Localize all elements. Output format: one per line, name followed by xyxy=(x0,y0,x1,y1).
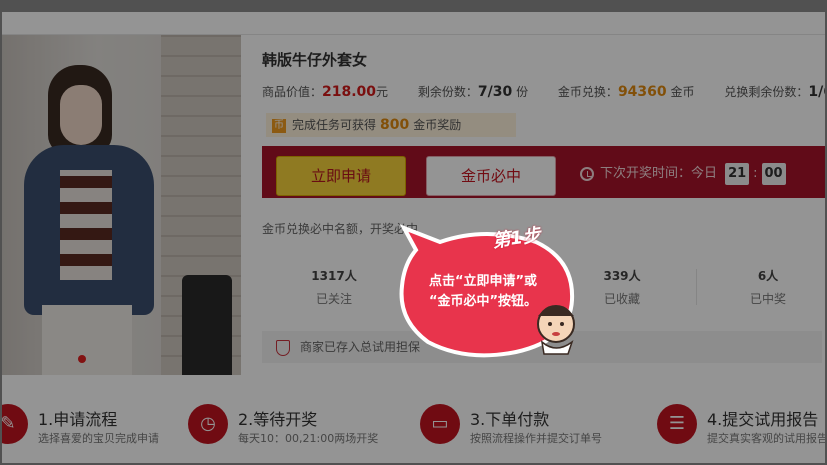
step-desc: 每天10：00,21:00两场开奖 xyxy=(238,432,379,445)
exchange-left-value: 1/6 xyxy=(808,84,825,100)
carousel-indicator[interactable] xyxy=(78,355,86,363)
price-unit: 元 xyxy=(376,85,389,99)
coin-exchange-label: 金币兑换： xyxy=(557,85,618,99)
draw-hour: 21 xyxy=(725,163,750,185)
remaining-label: 剩余份数： xyxy=(417,85,478,99)
task-reward-banner: 币完成任务可获得 800 金币奖励 xyxy=(266,113,516,137)
product-title: 韩版牛仔外套女 xyxy=(262,51,368,69)
count-label: 已中奖 xyxy=(749,292,786,306)
step-desc: 按照流程操作并提交订单号 xyxy=(470,432,602,445)
coin-exchange-value: 94360 xyxy=(617,84,667,100)
tip-line-1: 点击“立即申请”或 xyxy=(428,274,538,289)
apply-now-button[interactable]: 立即申请 xyxy=(276,156,406,196)
coin-icon: 币 xyxy=(272,118,286,133)
coin-exchange-unit: 金币 xyxy=(670,85,695,99)
step-title: 2.等待开奖 xyxy=(238,410,318,429)
step-desc: 选择喜爱的宝贝完成申请 xyxy=(38,432,159,445)
tip-line-2: “金币必中”按钮。 xyxy=(428,294,538,309)
draw-minute: 00 xyxy=(761,163,786,185)
step-title: 3.下单付款 xyxy=(470,410,550,429)
price-value: 218.00 xyxy=(322,84,377,100)
product-image[interactable] xyxy=(2,35,241,375)
guarantee-text: 金币兑换必中名额，开奖必中 xyxy=(262,222,419,236)
exchange-left-label: 兑换剩余份数： xyxy=(724,85,809,99)
product-stats: 商品价值：218.00元 剩余份数：7/30 份 金币兑换：94360 金币 兑… xyxy=(262,83,825,100)
document-icon: ☰ xyxy=(657,404,697,444)
step-title: 1.申请流程 xyxy=(38,410,118,429)
remaining-value: 7/30 xyxy=(477,84,513,100)
count-number: 6人 xyxy=(757,269,779,283)
tip-message: 点击“立即申请”或 “金币必中”按钮。 xyxy=(418,272,548,312)
price-label: 商品价值： xyxy=(262,85,323,99)
task-prefix: 完成任务可获得 xyxy=(292,118,377,132)
count-label: 已关注 xyxy=(315,292,352,306)
clock-icon xyxy=(580,166,594,181)
step-desc: 提交真实客观的试用报告 xyxy=(707,432,825,445)
action-bar: 立即申请 金币必中 下次开奖时间：今日 21:00 xyxy=(262,146,825,198)
winners-count: 6人 已中奖 xyxy=(718,267,818,307)
step-title: 4.提交试用报告 xyxy=(707,410,819,429)
apply-icon: ✎ xyxy=(2,404,28,444)
next-draw-time: 下次开奖时间：今日 21:00 xyxy=(580,162,790,185)
remaining-unit: 份 xyxy=(516,85,529,99)
shield-icon xyxy=(276,339,290,356)
guide-tooltip: 第1步 点击“立即申请”或 “金币必中”按钮。 xyxy=(396,220,596,370)
task-suffix: 金币奖励 xyxy=(413,118,462,132)
next-draw-label: 下次开奖时间：今日 xyxy=(600,166,718,181)
count-number: 1317人 xyxy=(311,269,357,283)
process-steps: ✎ 1.申请流程 选择喜爱的宝贝完成申请 ◷ 2.等待开奖 每天10：00,21… xyxy=(2,396,825,463)
wallet-icon: ▭ xyxy=(420,404,460,444)
coin-guaranteed-button[interactable]: 金币必中 xyxy=(426,156,556,196)
task-amount: 800 xyxy=(380,117,410,133)
clock-icon: ◷ xyxy=(188,404,228,444)
followers-count: 1317人 已关注 xyxy=(284,267,384,307)
